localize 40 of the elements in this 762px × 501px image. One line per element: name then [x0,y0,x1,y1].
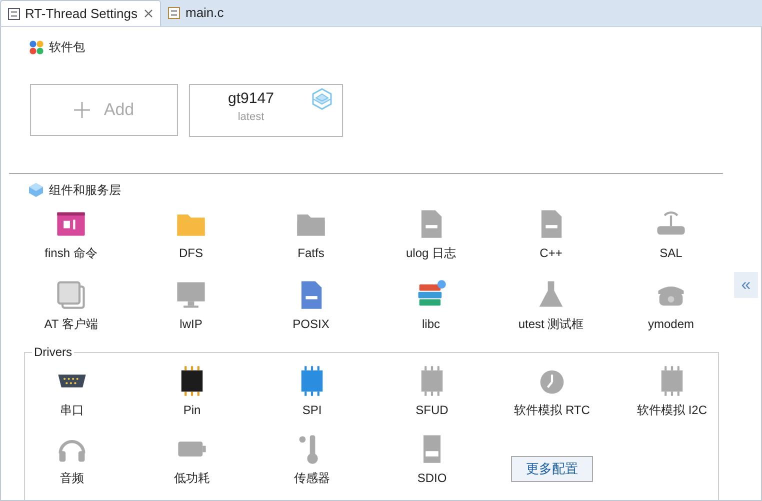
close-icon[interactable] [143,8,154,19]
component-toggle[interactable]: SPI [252,362,372,430]
tab[interactable]: main.c [161,0,230,26]
component-toggle[interactable]: C++ [491,205,611,273]
component-toggle[interactable]: POSIX [251,276,371,344]
component-toggle[interactable]: SDIO [372,430,492,498]
cube-icon [28,182,44,198]
section-title: 软件包 [49,39,85,56]
document-icon [7,6,21,20]
document-icon [167,6,182,20]
component-toggle[interactable]: Fatfs [251,205,371,273]
component-toggle[interactable]: Pin [132,362,252,430]
component-toggle[interactable]: finsh 命令 [11,205,131,273]
component-toggle[interactable]: 低功耗 [132,430,252,498]
four-dots-icon [29,40,44,54]
component-toggle[interactable]: lwIP [131,276,251,344]
component-toggle[interactable]: 串口 [12,362,132,430]
component-toggle[interactable]: 音频 [12,430,132,498]
component-toggle[interactable]: AT 客户端 [11,276,131,344]
cube-icon [311,87,333,111]
component-toggle[interactable]: 软件模拟 RTC [492,362,612,430]
package-name: gt9147 [228,89,274,109]
component-toggle[interactable]: libc [371,276,491,344]
tab-label: main.c [185,4,224,22]
component-toggle[interactable]: utest 测试框 [491,276,611,344]
tab-label: RT-Thread Settings [25,4,138,23]
package-version: latest [238,110,264,125]
component-toggle[interactable]: ulog 日志 [371,205,491,273]
component-toggle[interactable]: 软件模拟 I2C [612,362,732,430]
component-toggle[interactable]: SAL [611,205,731,273]
component-toggle[interactable]: 传感器 [252,430,372,498]
more-config-button[interactable]: 更多配置 [511,456,593,482]
component-toggle[interactable]: ymodem [611,276,731,344]
stacked-cards-icon [54,278,88,312]
plus-icon [74,102,90,118]
component-toggle[interactable]: SFUD [372,362,492,430]
section-title: 组件和服务层 [49,182,121,199]
component-toggle[interactable]: DFS [131,205,251,273]
package-card[interactable]: gt9147 latest [189,84,343,137]
tab[interactable]: RT-Thread Settings [0,0,162,26]
